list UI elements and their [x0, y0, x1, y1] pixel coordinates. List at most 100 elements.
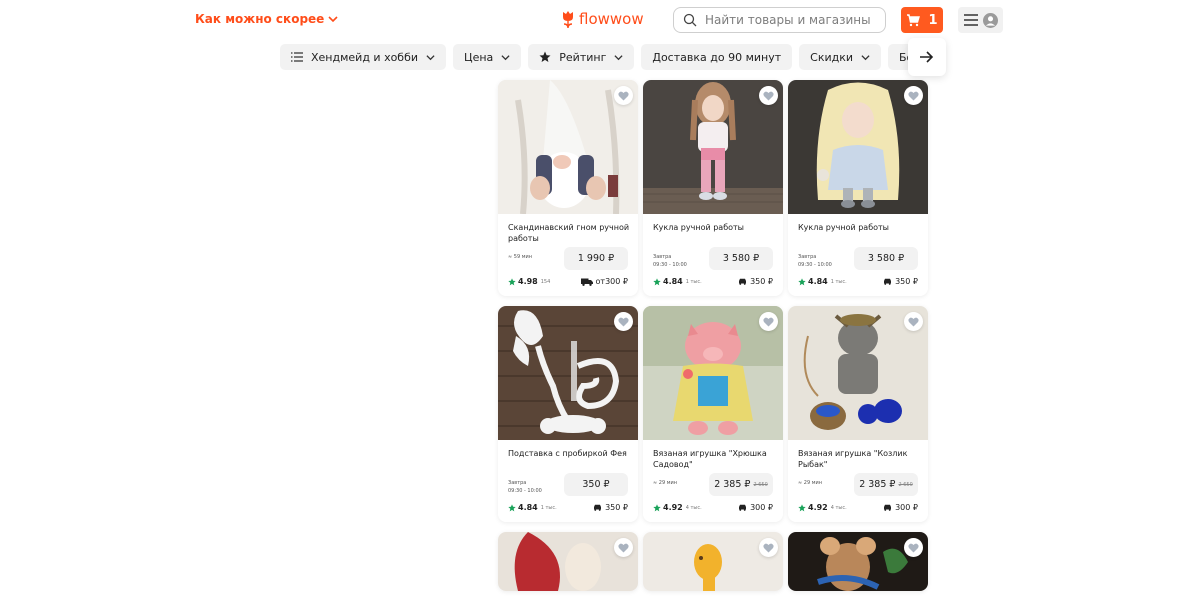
chevron-down-icon: [501, 54, 510, 60]
tulip-logo-icon: [563, 11, 573, 29]
price-button[interactable]: 3 580 ₽: [854, 247, 918, 270]
product-rating: 4.92 4 тыс.: [798, 503, 847, 512]
filter-category[interactable]: Хендмейд и хобби: [280, 44, 447, 70]
chevron-down-icon: [328, 16, 338, 23]
favorite-button[interactable]: [759, 538, 778, 557]
product-rating: 4.84 1 тыс.: [653, 277, 702, 286]
product-image: [643, 80, 783, 214]
list-icon: [291, 52, 303, 62]
price-value: 3 580 ₽: [867, 253, 905, 264]
favorite-button[interactable]: [614, 312, 633, 331]
star-icon: [539, 51, 551, 62]
product-title: Кукла ручной работы: [798, 223, 889, 232]
delivery-time: ≈ 29 мин: [798, 480, 823, 486]
rating-value: 4.84: [518, 503, 538, 512]
heart-icon: [618, 91, 629, 100]
filter-category-label: Хендмейд и хобби: [311, 50, 419, 64]
cart-button[interactable]: 1: [901, 7, 943, 33]
filter-price-label: Цена: [464, 50, 494, 64]
favorite-button[interactable]: [614, 86, 633, 105]
chevron-down-icon: [426, 54, 435, 60]
filter-bar: Хендмейд и хобби Цена Рейтинг Доставка д…: [280, 44, 910, 70]
delivery-time-selector[interactable]: Как можно скорее: [195, 12, 338, 26]
product-rating: 4.84 1 тыс.: [798, 277, 847, 286]
product-card[interactable]: Скандинавский гном ручной работы ≈ 59 ми…: [498, 80, 638, 296]
filters-scroll-right-button[interactable]: [908, 38, 946, 76]
logo-text: flowwow: [579, 10, 644, 28]
filter-price[interactable]: Цена: [453, 44, 522, 70]
cart-icon: [907, 14, 921, 27]
delivery-time-label: Как можно скорее: [195, 12, 325, 26]
old-price: 2 650: [898, 481, 913, 488]
product-card[interactable]: Вязаная игрушка "Хрюшка Садовод" ≈ 29 ми…: [643, 306, 783, 522]
price-value: 350 ₽: [582, 479, 610, 490]
product-card[interactable]: [643, 532, 783, 591]
product-title: Скандинавский гном ручной работы: [508, 223, 630, 243]
filter-rating[interactable]: Рейтинг: [528, 44, 635, 70]
product-title: Подставка с пробиркой Фея: [508, 449, 627, 458]
star-icon: [508, 503, 516, 511]
product-card[interactable]: Подставка с пробиркой Фея Завтра 09:30 -…: [498, 306, 638, 522]
favorite-button[interactable]: [904, 538, 923, 557]
shipping-cost: 350 ₽: [883, 277, 918, 286]
filter-fast-delivery[interactable]: Доставка до 90 минут: [641, 44, 793, 70]
product-rating: 4.84 1 тыс.: [508, 503, 557, 512]
price-button[interactable]: 2 385 ₽ 2 650: [854, 473, 918, 496]
user-avatar-icon: [982, 12, 998, 28]
review-count: 1 тыс.: [830, 278, 847, 285]
filter-discounts-label: Скидки: [810, 50, 854, 64]
product-image: [643, 306, 783, 440]
shipping-price: 300 ₽: [895, 503, 918, 512]
arrow-right-icon: [920, 51, 934, 63]
price-button[interactable]: 1 990 ₽: [564, 247, 628, 270]
favorite-button[interactable]: [759, 312, 778, 331]
shipping-cost: 350 ₽: [738, 277, 773, 286]
rating-value: 4.92: [808, 503, 828, 512]
product-card[interactable]: [788, 532, 928, 591]
product-title: Вязаная игрушка "Козлик Рыбак": [798, 449, 908, 469]
product-card[interactable]: [498, 532, 638, 591]
filter-bonuses[interactable]: Бонусы WowP: [888, 44, 910, 70]
search-box[interactable]: [673, 7, 886, 33]
price-button[interactable]: 350 ₽: [564, 473, 628, 496]
product-rating: 4.98 154: [508, 277, 550, 286]
filter-discounts[interactable]: Скидки: [799, 44, 882, 70]
delivery-time: Завтра 09:30 - 10:00: [508, 480, 542, 494]
product-title: Вязаная игрушка "Хрюшка Садовод": [653, 449, 767, 469]
menu-profile-button[interactable]: [958, 7, 1003, 33]
logo[interactable]: flowwow: [561, 9, 644, 29]
product-rating: 4.92 4 тыс.: [653, 503, 702, 512]
rating-value: 4.98: [518, 277, 538, 286]
product-image: [788, 532, 928, 591]
car-icon: [594, 504, 602, 511]
old-price: 2 650: [753, 481, 768, 488]
price-value: 1 990 ₽: [577, 253, 615, 264]
favorite-button[interactable]: [614, 538, 633, 557]
chevron-down-icon: [614, 54, 623, 60]
heart-icon: [763, 91, 774, 100]
shipping-cost: 350 ₽: [593, 503, 628, 512]
favorite-button[interactable]: [904, 86, 923, 105]
price-value: 2 385 ₽: [859, 479, 896, 490]
star-icon: [798, 503, 806, 511]
product-image: [498, 532, 638, 591]
product-card[interactable]: Кукла ручной работы Завтра 09:30 - 10:00…: [788, 80, 928, 296]
favorite-button[interactable]: [759, 86, 778, 105]
product-card[interactable]: Кукла ручной работы Завтра 09:30 - 10:00…: [643, 80, 783, 296]
shipping-cost: 300 ₽: [738, 503, 773, 512]
search-input[interactable]: [705, 13, 875, 27]
shipping-price: 350 ₽: [895, 277, 918, 286]
price-value: 2 385 ₽: [714, 479, 751, 490]
delivery-time: Завтра 09:30 - 10:00: [798, 254, 832, 268]
delivery-time: Завтра 09:30 - 10:00: [653, 254, 687, 268]
truck-icon: [580, 278, 593, 286]
product-card[interactable]: Вязаная игрушка "Козлик Рыбак" ≈ 29 мин …: [788, 306, 928, 522]
favorite-button[interactable]: [904, 312, 923, 331]
review-count: 1 тыс.: [685, 278, 702, 285]
product-title: Кукла ручной работы: [653, 223, 744, 232]
price-button[interactable]: 3 580 ₽: [709, 247, 773, 270]
heart-icon: [618, 543, 629, 552]
star-icon: [653, 277, 661, 285]
car-icon: [739, 504, 747, 511]
price-button[interactable]: 2 385 ₽ 2 650: [709, 473, 773, 496]
